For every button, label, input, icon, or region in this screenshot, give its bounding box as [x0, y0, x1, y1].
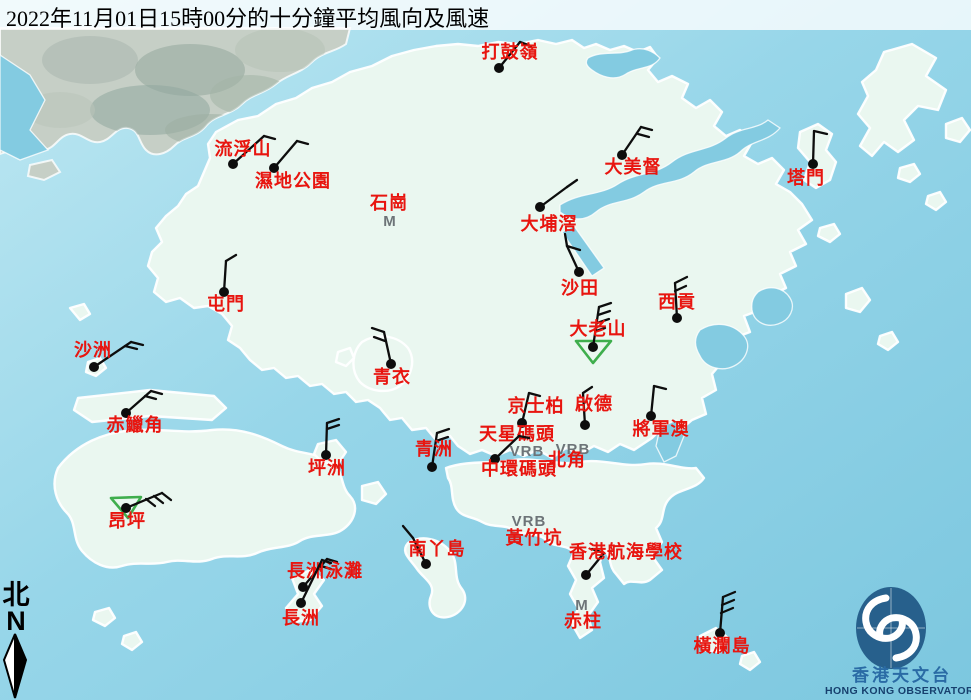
- station-label: 青洲: [415, 439, 453, 459]
- station-dot: [580, 420, 590, 430]
- station-label: 中環碼頭: [481, 458, 557, 479]
- wind-map-page: 流浮山濕地公園 打鼓嶺 M石崗 大美督塔門大埔滘屯門 沙田西貢大老山沙洲青衣赤鱲角 京士柏…: [0, 0, 971, 700]
- station-label: 塔門: [787, 167, 825, 188]
- station-label: 坪洲: [308, 458, 346, 478]
- station-dot: [494, 63, 504, 73]
- station-label: 大埔滘: [521, 213, 578, 234]
- station-label: 天星碼頭: [479, 424, 555, 444]
- station-label: 將軍澳: [633, 418, 690, 439]
- station-label: 啟德: [575, 393, 613, 414]
- station-dot: [574, 267, 584, 277]
- map-title: 2022年11月01日15時00分的十分鐘平均風向及風速: [6, 1, 489, 33]
- station-label: 香港航海學校: [568, 541, 683, 562]
- station-label: 沙洲: [74, 340, 112, 360]
- station-label: 南丫島: [409, 538, 466, 559]
- hko-name-chinese: 香港天文台: [852, 665, 952, 685]
- station-label: 打鼓嶺: [482, 41, 539, 62]
- title-bar: 2022年11月01日15時00分的十分鐘平均風向及風速: [0, 0, 971, 30]
- hebe-haven: [752, 288, 793, 325]
- station-label: 赤鱲角: [107, 414, 164, 435]
- station-label: 長洲泳灘: [287, 560, 363, 581]
- station-dot: [588, 342, 598, 352]
- station-label: 京士柏: [508, 395, 565, 416]
- station-dot: [228, 159, 238, 169]
- station-label: 青衣: [373, 366, 411, 387]
- station-label: 昂坪: [108, 511, 146, 531]
- station-label: 黃竹坑: [505, 527, 563, 548]
- station-label: 流浮山: [215, 138, 272, 159]
- station-dot: [535, 202, 545, 212]
- station-label: 橫瀾島: [694, 635, 751, 656]
- station-dot: [89, 362, 99, 372]
- station-label: 西貢: [658, 292, 696, 312]
- compass-north-letter: N: [6, 606, 26, 636]
- station-label: 赤柱: [564, 610, 602, 631]
- station-label: 屯門: [207, 293, 245, 314]
- station-tag: M: [383, 213, 397, 230]
- station-label: 大老山: [570, 318, 627, 339]
- station-label: 長洲: [282, 608, 320, 628]
- station-dot: [427, 462, 437, 472]
- station-dot: [296, 598, 306, 608]
- station-label: 石崗: [369, 192, 408, 213]
- station-dot: [581, 570, 591, 580]
- hong-kong-wind-map: 流浮山濕地公園 打鼓嶺 M石崗 大美督塔門大埔滘屯門 沙田西貢大老山沙洲青衣赤鱲角 京士柏…: [0, 0, 971, 700]
- station-label: 沙田: [561, 278, 599, 298]
- station-dot: [421, 559, 431, 569]
- station-label: 濕地公園: [255, 170, 331, 191]
- station-tag: VRB: [510, 443, 545, 460]
- hko-name-english: HONG KONG OBSERVATORY: [825, 685, 971, 697]
- station-dot: [672, 313, 682, 323]
- station-label: 大美督: [605, 156, 662, 177]
